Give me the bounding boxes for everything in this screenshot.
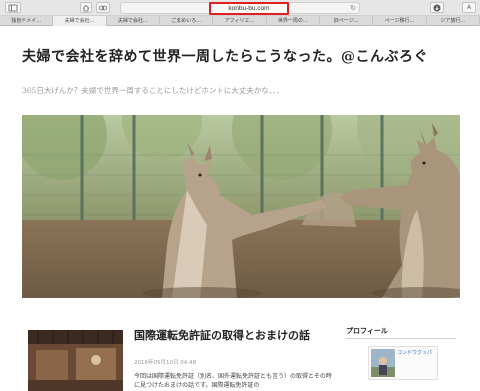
profile-widget-title: プロフィール <box>346 327 388 335</box>
url-text[interactable]: konbu-bu.com <box>209 2 289 15</box>
tab-2[interactable]: 夫婦で会社... <box>107 16 160 26</box>
post-excerpt: 今回は国際運転免許証（別名、国外運転免許証とも言う）の取得とその時に見つけたおま… <box>134 373 332 389</box>
post-thumbnail[interactable] <box>28 330 123 391</box>
tab-5[interactable]: 世界一周の... <box>267 16 320 26</box>
tab-7[interactable]: ページ移行... <box>373 16 427 26</box>
tab-1[interactable]: 夫婦で会社... <box>53 16 107 26</box>
widget-divider <box>346 338 456 339</box>
tab-8[interactable]: ジア旅行... <box>427 16 480 26</box>
download-icon <box>433 4 441 11</box>
avatar[interactable] <box>371 349 395 377</box>
browser-toolbar: konbu-bu.com ↻ A <box>0 0 480 16</box>
address-bar[interactable]: konbu-bu.com ↻ <box>120 2 360 15</box>
profile-card[interactable]: コンドウクッパ <box>368 346 438 380</box>
font-size-icon: A <box>466 4 472 11</box>
downloads-button[interactable] <box>430 2 444 13</box>
link-icon <box>99 5 107 10</box>
reader-button[interactable]: A <box>462 2 476 13</box>
reload-icon[interactable]: ↻ <box>350 4 356 13</box>
tab-4[interactable]: アフィリエ... <box>213 16 267 26</box>
home-button[interactable] <box>80 2 92 13</box>
tab-3[interactable]: ごまめいろ... <box>160 16 214 26</box>
post-title[interactable]: 国際運転免許証の取得とおまけの話 <box>134 328 334 343</box>
post-date: 2016年05月10日 04:48 <box>134 360 197 366</box>
tab-bar: 独自ドメイ... 夫婦で会社... 夫婦で会社... ごまめいろ... アフィリ… <box>0 16 480 26</box>
site-description: 365日大げんか？夫婦で世界一周することにしたけどホントに大丈夫かな、、、 <box>22 86 284 95</box>
share-button[interactable] <box>96 2 110 13</box>
profile-name-link[interactable]: コンドウクッパ <box>397 350 437 357</box>
site-title[interactable]: 夫婦で会社を辞めて世界一周したらこうなった。@こんぶろぐ <box>22 46 462 66</box>
tab-0[interactable]: 独自ドメイ... <box>0 16 54 26</box>
tab-6[interactable]: 旧ページ... <box>320 16 374 26</box>
header-image <box>22 115 460 298</box>
sidebar-icon <box>8 4 18 11</box>
home-icon <box>82 4 90 11</box>
sidebar-toggle-button[interactable] <box>5 2 21 13</box>
